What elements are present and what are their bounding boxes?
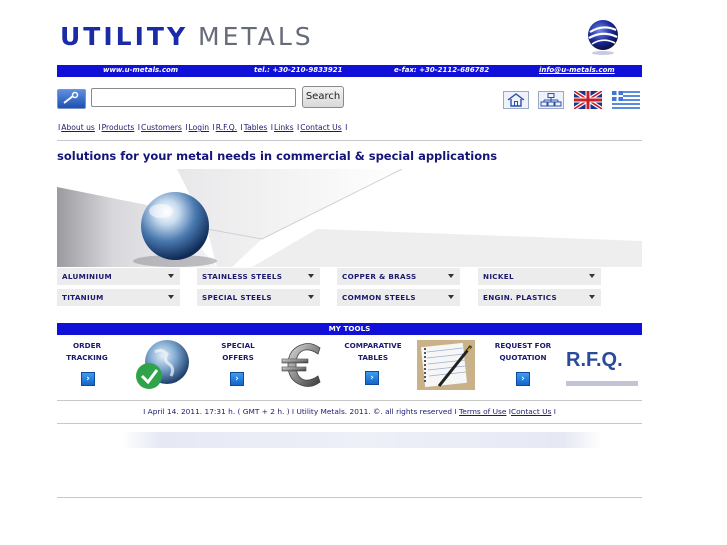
hero-banner — [57, 169, 642, 267]
email-link[interactable]: info@u-metals.com — [539, 66, 615, 74]
order-tracking-label[interactable]: ORDER TRACKING — [57, 340, 117, 364]
nav-contact-us[interactable]: Contact Us — [300, 123, 341, 132]
comparative-tables-go-button[interactable]: › — [365, 371, 379, 385]
category-dropdown-engin-plastics[interactable]: ENGIN. PLASTICS — [478, 289, 601, 306]
category-dropdown-stainless-steels[interactable]: STAINLESS STEELS — [197, 268, 320, 285]
nav-customers[interactable]: Customers — [141, 123, 182, 132]
home-icon[interactable] — [503, 91, 529, 109]
category-label: TITANIUM — [62, 293, 104, 302]
category-dropdown-titanium[interactable]: TITANIUM — [57, 289, 180, 306]
logo-text-utility: UTILITY — [60, 22, 189, 51]
chevron-down-icon — [448, 274, 454, 278]
chevron-down-icon — [308, 274, 314, 278]
chevron-down-icon — [589, 295, 595, 299]
uk-flag-icon[interactable] — [574, 91, 602, 109]
my-tools-header: MY TOOLS — [57, 323, 642, 335]
chevron-down-icon — [168, 295, 174, 299]
chevron-down-icon — [448, 295, 454, 299]
category-label: SPECIAL STEELS — [202, 293, 272, 302]
nav-rfq[interactable]: R.F.Q. — [216, 123, 237, 132]
nav-tables[interactable]: Tables — [244, 123, 268, 132]
sitemap-icon[interactable] — [538, 91, 564, 109]
search-button[interactable]: Search — [302, 86, 344, 108]
special-offers-go-button[interactable]: › — [230, 372, 244, 386]
nav-login[interactable]: Login — [189, 123, 210, 132]
category-dropdown-copper-brass[interactable]: COPPER & BRASS — [337, 268, 460, 285]
category-label: COMMON STEELS — [342, 293, 416, 302]
category-label: COPPER & BRASS — [342, 272, 417, 281]
category-label: ENGIN. PLASTICS — [483, 293, 557, 302]
main-navigation: IAbout us IProducts ICustomers ILogin IR… — [58, 123, 348, 132]
category-label: NICKEL — [483, 272, 514, 281]
search-input[interactable] — [91, 88, 296, 107]
page-footer: I April 14. 2011. 17:31 h. ( GMT + 2 h. … — [57, 407, 642, 416]
category-label: ALUMINIUM — [62, 272, 112, 281]
comparative-tables-label[interactable]: COMPARATIVE TABLES — [338, 340, 408, 364]
divider — [57, 423, 642, 424]
page-tagline: solutions for your metal needs in commer… — [57, 149, 498, 163]
notebook-pen-icon[interactable] — [417, 340, 475, 390]
chevron-down-icon — [168, 274, 174, 278]
category-dropdown-special-steels[interactable]: SPECIAL STEELS — [197, 289, 320, 306]
category-label: STAINLESS STEELS — [202, 272, 283, 281]
category-dropdown-nickel[interactable]: NICKEL — [478, 268, 601, 285]
chevron-down-icon — [589, 274, 595, 278]
rfq-go-button[interactable]: › — [516, 372, 530, 386]
contact-info-bar: www.u-metals.com tel.: +30-210-9833921 e… — [57, 65, 642, 77]
euro-icon[interactable] — [280, 340, 326, 390]
website-text[interactable]: www.u-metals.com — [103, 66, 178, 74]
rfq-label[interactable]: REQUEST FOR QUOTATION — [488, 340, 558, 364]
nav-about-us[interactable]: About us — [61, 123, 95, 132]
order-tracking-go-button[interactable]: › — [81, 372, 95, 386]
category-dropdown-common-steels[interactable]: COMMON STEELS — [337, 289, 460, 306]
special-offers-label[interactable]: SPECIAL OFFERS — [208, 340, 268, 364]
divider — [57, 497, 642, 498]
category-dropdown-aluminium[interactable]: ALUMINIUM — [57, 268, 180, 285]
site-logo[interactable]: UTILITY METALS — [60, 22, 314, 52]
footer-separator: I — [553, 407, 556, 416]
footer-contact-us-link[interactable]: Contact Us — [511, 407, 551, 416]
fax-text: e-fax: +30-2112-686782 — [394, 66, 490, 74]
footer-decoration — [122, 432, 602, 448]
divider — [57, 140, 642, 141]
greek-flag-icon[interactable] — [612, 91, 640, 109]
terms-of-use-link[interactable]: Terms of Use — [459, 407, 506, 416]
globe-logo-icon — [586, 18, 620, 56]
logo-text-metals: METALS — [198, 22, 314, 51]
footer-copyright: I April 14. 2011. 17:31 h. ( GMT + 2 h. … — [143, 407, 457, 416]
globe-tracking-icon[interactable] — [133, 338, 193, 392]
chevron-down-icon — [308, 295, 314, 299]
nav-products[interactable]: Products — [102, 123, 135, 132]
nav-links[interactable]: Links — [274, 123, 294, 132]
search-tool-icon[interactable] — [57, 89, 86, 109]
rfq-badge[interactable]: R.F.Q. — [566, 348, 638, 386]
divider — [57, 400, 642, 401]
telephone-text: tel.: +30-210-9833921 — [254, 66, 343, 74]
